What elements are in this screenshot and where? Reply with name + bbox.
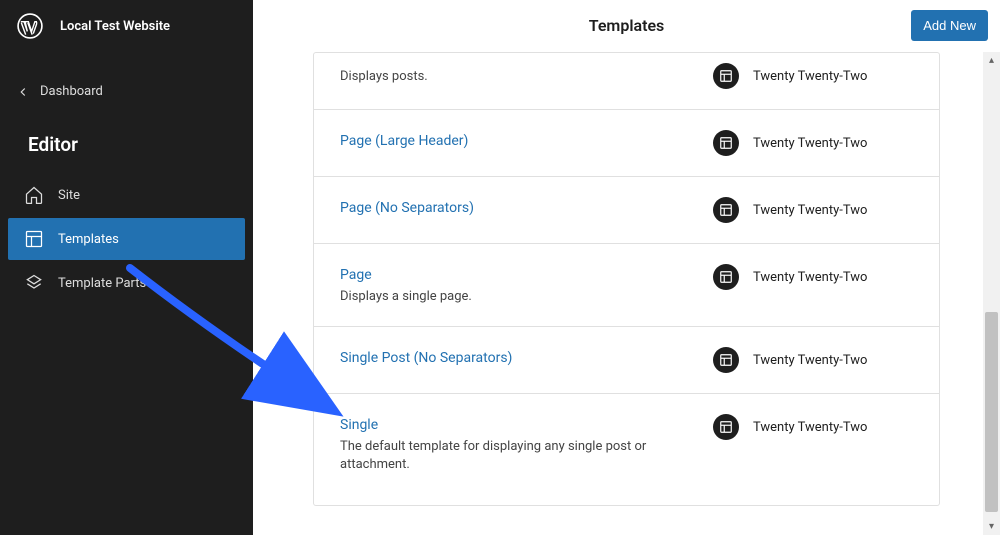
template-row: Single Post (No Separators) Twenty Twent… [313, 327, 940, 394]
template-theme: Twenty Twenty-Two [713, 63, 913, 89]
theme-name: Twenty Twenty-Two [753, 270, 867, 285]
add-new-button[interactable]: Add New [911, 10, 988, 41]
template-info: Page Displays a single page. [340, 264, 713, 306]
template-description: Displays a single page. [340, 288, 693, 306]
vertical-scrollbar[interactable]: ▴ ▾ [983, 52, 1000, 535]
template-title-link[interactable]: Page (No Separators) [340, 200, 474, 216]
template-row: Single The default template for displayi… [313, 394, 940, 505]
template-theme: Twenty Twenty-Two [713, 264, 913, 290]
template-theme: Twenty Twenty-Two [713, 197, 913, 223]
template-info: Single The default template for displayi… [340, 414, 713, 474]
template-info: Displays posts. [340, 63, 713, 86]
sidebar-item-templates[interactable]: Templates [8, 218, 245, 260]
dashboard-label: Dashboard [40, 84, 103, 99]
sidebar-item-template-parts[interactable]: Template Parts [8, 262, 245, 304]
topbar: Templates Add New [253, 0, 1000, 52]
chevron-left-icon [16, 85, 30, 99]
sidebar-header: Local Test Website [0, 0, 253, 52]
sidebar-item-site[interactable]: Site [8, 174, 245, 216]
layout-icon [713, 264, 739, 290]
layout-icon [24, 229, 44, 249]
wordpress-logo-icon[interactable] [16, 12, 44, 40]
symbol-icon [24, 273, 44, 293]
site-title[interactable]: Local Test Website [60, 19, 170, 34]
template-info: Page (No Separators) [340, 197, 713, 216]
template-row: Page Displays a single page. Twenty Twen… [313, 244, 940, 327]
template-info: Page (Large Header) [340, 130, 713, 149]
template-info: Single Post (No Separators) [340, 347, 713, 366]
sidebar-item-label: Site [58, 188, 80, 203]
template-title-link[interactable]: Single Post (No Separators) [340, 350, 512, 366]
sidebar-nav: Site Templates Template Parts [0, 170, 253, 310]
template-theme: Twenty Twenty-Two [713, 347, 913, 373]
dashboard-back-link[interactable]: Dashboard [0, 68, 253, 115]
template-title-link[interactable]: Single [340, 417, 378, 433]
template-description: Displays posts. [340, 68, 693, 86]
theme-name: Twenty Twenty-Two [753, 420, 867, 435]
template-row: Displays posts. Twenty Twenty-Two [313, 52, 940, 110]
template-row: Page (Large Header) Twenty Twenty-Two [313, 110, 940, 177]
theme-name: Twenty Twenty-Two [753, 136, 867, 151]
layout-icon [713, 130, 739, 156]
layout-icon [713, 347, 739, 373]
template-title-link[interactable]: Page (Large Header) [340, 133, 468, 149]
template-list: Displays posts. Twenty Twenty-Two Page (… [313, 52, 940, 506]
template-row: Page (No Separators) Twenty Twenty-Two [313, 177, 940, 244]
sidebar-item-label: Templates [58, 232, 119, 247]
layout-icon [713, 63, 739, 89]
theme-name: Twenty Twenty-Two [753, 203, 867, 218]
editor-heading: Editor [0, 115, 253, 170]
template-theme: Twenty Twenty-Two [713, 130, 913, 156]
template-title-link[interactable]: Page [340, 267, 372, 283]
theme-name: Twenty Twenty-Two [753, 69, 867, 84]
scroll-down-icon[interactable]: ▾ [983, 518, 1000, 535]
template-description: The default template for displaying any … [340, 438, 693, 474]
content-area: Displays posts. Twenty Twenty-Two Page (… [253, 52, 1000, 535]
template-theme: Twenty Twenty-Two [713, 414, 913, 440]
page-title: Templates [589, 16, 665, 35]
main-content: Templates Add New Displays posts. Twenty… [253, 0, 1000, 535]
scroll-up-icon[interactable]: ▴ [983, 52, 1000, 69]
layout-icon [713, 197, 739, 223]
sidebar: Local Test Website Dashboard Editor Site… [0, 0, 253, 535]
home-icon [24, 185, 44, 205]
scrollbar-thumb[interactable] [985, 312, 998, 512]
sidebar-item-label: Template Parts [58, 276, 146, 291]
layout-icon [713, 414, 739, 440]
theme-name: Twenty Twenty-Two [753, 353, 867, 368]
